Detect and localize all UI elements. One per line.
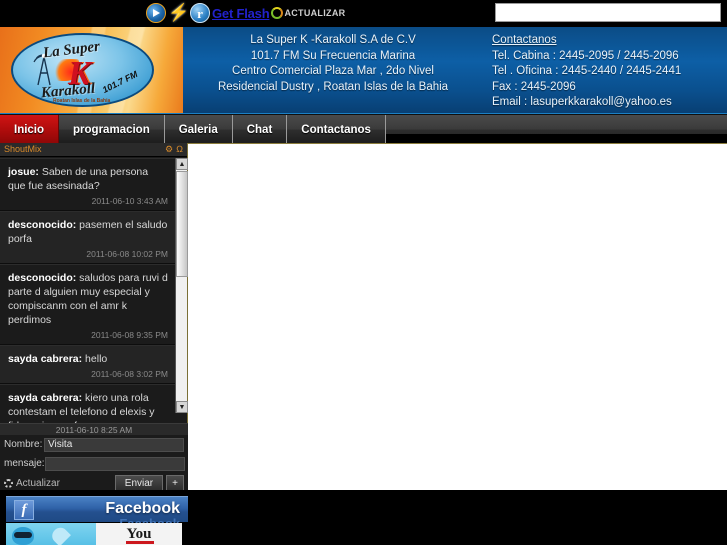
top-bar: ⚡ Get Flash ACTUALIZAR (0, 0, 727, 27)
youtube-banner[interactable]: You (96, 523, 182, 545)
logo-fm-text: 101.7 FM (100, 68, 140, 96)
shout-message: desconocido: saludos para ruvi d parte d… (0, 264, 176, 345)
scrollbar-thumb[interactable] (176, 171, 188, 277)
bottom-strip: f Facebook Facebook You (0, 490, 727, 545)
get-flash-link[interactable]: Get Flash (212, 6, 270, 21)
settings-icon[interactable]: ⚙ (165, 144, 173, 155)
shout-text: hello (82, 353, 108, 365)
facebook-banner[interactable]: f Facebook Facebook (6, 496, 188, 531)
station-info: La Super K -Karakoll S.A de C.V 101.7 FM… (188, 33, 478, 95)
nav-item-contactanos[interactable]: Contactanos (287, 115, 386, 144)
shout-time: 2011-06-08 9:35 PM (91, 330, 168, 340)
youtube-label: You (126, 525, 152, 542)
refresh-label: Actualizar (16, 477, 60, 489)
shout-author: sayda cabrera: (8, 353, 83, 365)
shout-time: 2011-06-08 10:02 PM (86, 249, 168, 259)
shout-time: 2011-06-10 3:43 AM (91, 196, 168, 206)
nav-item-programacion[interactable]: programacion (59, 115, 165, 144)
shoutbox-title: ShoutMix (4, 144, 42, 154)
plugin-links: ⚡ Get Flash ACTUALIZAR (146, 1, 345, 25)
station-info-line-4: Residencial Dustry , Roatan Islas de la … (217, 80, 449, 93)
actualizar-badge[interactable]: ACTUALIZAR (271, 7, 345, 19)
station-info-line-1: La Super K -Karakoll S.A de C.V (250, 34, 416, 46)
shout-message: desconocido: pasemen el saludo porfa 201… (0, 211, 176, 264)
message-label: mensaje: (4, 458, 45, 469)
scroll-down-arrow-icon[interactable]: ▼ (176, 401, 188, 413)
shoutbox-message-row: mensaje: (0, 454, 188, 473)
shockwave-icon[interactable]: ⚡ (168, 3, 189, 23)
actualizar-label: ACTUALIZAR (284, 8, 346, 18)
realplayer-icon[interactable] (190, 3, 210, 23)
social-column: f Facebook Facebook You (0, 490, 188, 545)
shoutbox-buttons: Enviar + (114, 475, 184, 491)
shoutbox-form: Nombre: mensaje: Actualizar Enviar + (0, 435, 188, 491)
message-input[interactable] (44, 456, 185, 471)
contact-email: Email : lasuperkkarakoll@yahoo.es (492, 96, 672, 108)
shoutbox-widget: ShoutMix ⚙ Ω josue: Saben de una persona… (0, 143, 188, 545)
heart-icon (49, 524, 71, 545)
shoutbox-action-row: Actualizar Enviar + (0, 473, 188, 491)
smurf-icon (12, 527, 34, 545)
send-button[interactable]: Enviar (114, 475, 164, 491)
shout-author: desconocido: (8, 219, 77, 231)
page-root: ⚡ Get Flash ACTUALIZAR La Super K 101.7 (0, 0, 727, 545)
shout-message: sayda cabrera: hello 2011-06-08 3:02 PM (0, 345, 176, 384)
nav-item-galeria[interactable]: Galeria (164, 115, 233, 144)
shoutbox-last-update: 2011-06-10 8:25 AM (0, 423, 188, 435)
youtube-row: You (0, 523, 188, 545)
smurf-thumbnail[interactable] (6, 523, 96, 545)
shout-author: josue: (8, 166, 39, 178)
contact-info: Contactanos Tel. Cabina : 2445-2095 / 24… (492, 33, 722, 111)
nav-item-chat[interactable]: Chat (232, 115, 288, 144)
scroll-up-arrow-icon[interactable]: ▲ (176, 158, 188, 170)
station-logo: La Super K 101.7 FM Karakoll Roatan Isla… (11, 33, 154, 107)
name-label: Nombre: (4, 439, 43, 450)
shoutbox-scrollbar[interactable]: ▲ ▼ (175, 158, 188, 413)
contact-title[interactable]: Contactanos (492, 33, 722, 49)
shoutbox-header-icons: ⚙ Ω (165, 144, 183, 155)
logo-sub-text: Roatan Islas de la Bahia (53, 98, 111, 104)
contact-cabina: Tel. Cabina : 2445-2095 / 2445-2096 (492, 49, 679, 62)
refresh-ring-icon (271, 7, 284, 19)
shout-author: desconocido: (8, 272, 77, 284)
contact-oficina: Tel . Oficina : 2445-2440 / 2445-2441 (492, 65, 682, 77)
main-content-area (188, 143, 727, 490)
site-header: La Super K 101.7 FM Karakoll Roatan Isla… (0, 27, 727, 113)
name-input[interactable] (44, 437, 184, 452)
shout-author: sayda cabrera: (8, 392, 83, 404)
refresh-spinner-icon (4, 478, 13, 488)
sound-icon[interactable]: Ω (176, 144, 183, 155)
shoutbox-header: ShoutMix ⚙ Ω (0, 143, 187, 157)
facebook-f-icon: f (14, 500, 34, 520)
shout-message: josue: Saben de una persona que fue ases… (0, 158, 176, 211)
station-info-line-2: 101.7 FM Su Frecuencia Marina (250, 49, 416, 62)
refresh-button[interactable]: Actualizar (4, 478, 60, 489)
nav-item-inicio[interactable]: Inicio (0, 115, 60, 144)
contact-fax: Fax : 2445-2096 (492, 80, 576, 93)
youtube-icon (126, 541, 154, 544)
station-info-line-3: Centro Comercial Plaza Mar , 2do Nivel (232, 65, 434, 77)
nav-items: Inicio programacion Galeria Chat Contact… (0, 115, 386, 144)
expand-button[interactable]: + (166, 475, 184, 491)
shoutbox-name-row: Nombre: (0, 435, 188, 454)
main-navigation: Inicio programacion Galeria Chat Contact… (0, 113, 727, 144)
windows-media-player-icon[interactable] (146, 3, 166, 23)
search-input[interactable] (495, 3, 721, 22)
shout-time: 2011-06-08 3:02 PM (91, 369, 168, 379)
logo-banner[interactable]: La Super K 101.7 FM Karakoll Roatan Isla… (0, 27, 183, 113)
